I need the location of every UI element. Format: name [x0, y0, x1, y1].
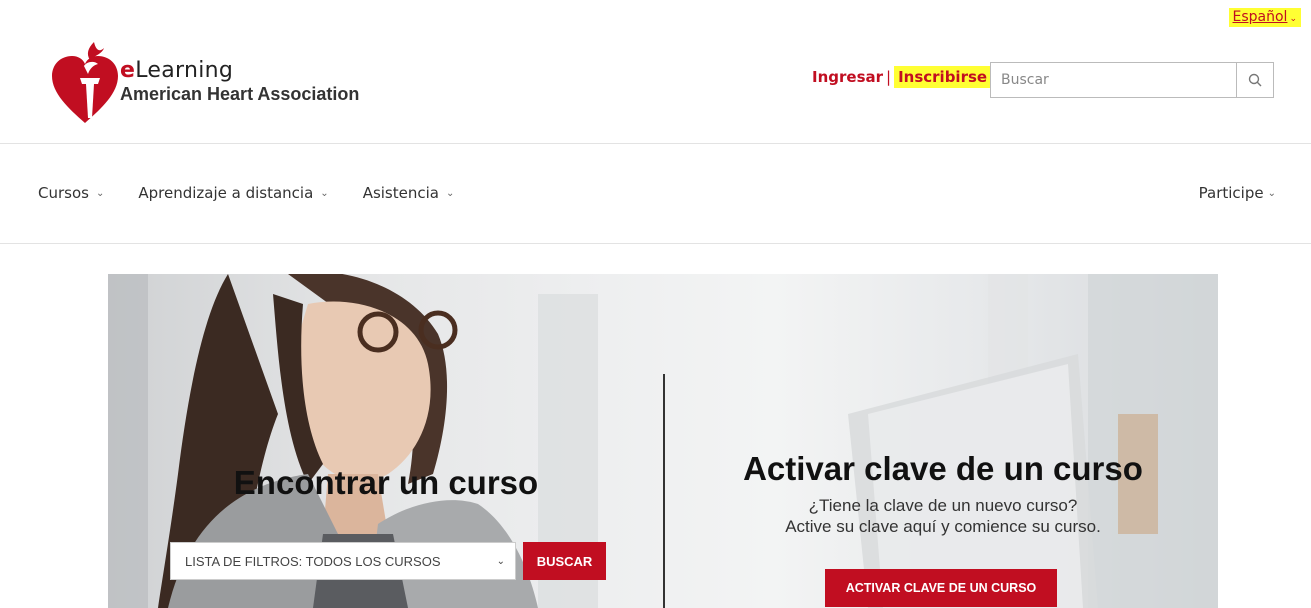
auth-links: Ingresar | Inscribirse	[812, 66, 992, 88]
activate-key-title: Activar clave de un curso	[743, 450, 1143, 487]
search-button[interactable]	[1237, 63, 1273, 97]
register-link[interactable]: Inscribirse	[894, 66, 992, 88]
hero-divider	[663, 374, 665, 608]
brand-name: eLearning	[120, 58, 234, 83]
chevron-down-icon: ⌄	[320, 187, 329, 199]
nav-item-asistencia[interactable]: Asistencia ⌄	[363, 184, 455, 202]
activate-line-2: Active su clave aquí y comience su curso…	[785, 517, 1101, 536]
chevron-down-icon: ⌄	[1267, 187, 1276, 199]
activate-key-button[interactable]: ACTIVAR CLAVE DE UN CURSO	[825, 569, 1057, 607]
language-selector[interactable]: Español ⌄	[1228, 8, 1301, 27]
nav-item-aprendizaje[interactable]: Aprendizaje a distancia ⌄	[138, 184, 328, 202]
chevron-down-icon: ⌄	[95, 187, 105, 199]
nav-divider	[0, 243, 1311, 244]
organization-name: American Heart Association	[120, 84, 360, 104]
main-nav: Cursos ⌄ Aprendizaje a distancia ⌄ Asisten…	[38, 184, 488, 202]
search-input[interactable]	[991, 63, 1237, 97]
auth-separator: |	[886, 68, 892, 86]
course-filter-select[interactable]: LISTA DE FILTROS: TODOS LOS CURSOS ⌄	[170, 542, 516, 580]
find-course-search-button[interactable]: BUSCAR	[523, 542, 606, 580]
activate-key-description: ¿Tiene la clave de un nuevo curso? Activ…	[708, 495, 1178, 537]
site-logo[interactable]: eLearning American Heart Association	[50, 38, 390, 128]
login-link[interactable]: Ingresar	[812, 68, 883, 86]
search-box	[990, 62, 1274, 98]
chevron-down-icon: ⌄	[1289, 14, 1297, 24]
chevron-down-icon: ⌄	[496, 555, 505, 567]
activate-line-1: ¿Tiene la clave de un nuevo curso?	[808, 496, 1078, 515]
chevron-down-icon: ⌄	[445, 187, 455, 199]
find-course-title: Encontrar un curso	[233, 464, 539, 501]
heart-torch-logo-icon	[52, 42, 118, 123]
nav-item-participe[interactable]: Participe ⌄	[1199, 184, 1276, 202]
language-label: Español	[1232, 9, 1288, 25]
header-divider	[0, 143, 1311, 144]
search-icon	[1248, 73, 1262, 87]
hero-banner: Encontrar un curso LISTA DE FILTROS: TOD…	[108, 274, 1218, 608]
course-filter-value: LISTA DE FILTROS: TODOS LOS CURSOS	[185, 553, 441, 569]
nav-item-cursos[interactable]: Cursos ⌄	[38, 184, 104, 202]
